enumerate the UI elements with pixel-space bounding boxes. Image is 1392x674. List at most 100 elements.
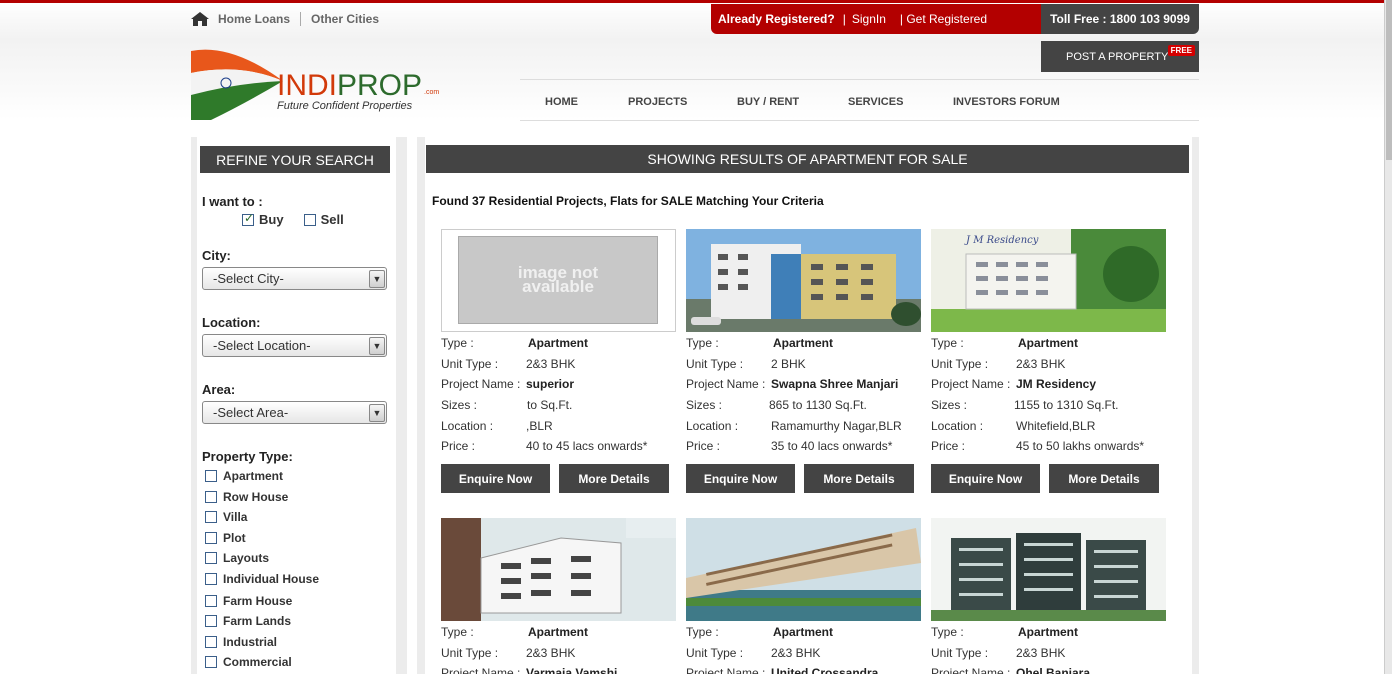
project-name-row: Project Name : Varmaja Vamshi <box>441 666 618 674</box>
unit-type-row: Unit Type :2&3 BHK <box>931 357 1066 371</box>
ptype-apartment[interactable]: Apartment <box>205 469 283 483</box>
area-label: Area: <box>202 382 236 397</box>
buy-checkbox[interactable] <box>242 211 254 226</box>
area-select[interactable]: -Select Area- ▼ <box>202 401 387 424</box>
flag-swoosh-graphic <box>191 49 283 120</box>
nav-services[interactable]: SERVICES <box>848 96 903 108</box>
sell-option[interactable]: Sell <box>303 212 344 227</box>
nav-investors-forum[interactable]: INVESTORS FORUM <box>953 96 1060 108</box>
sizes-row: Sizes :1155 to 1310 Sq.Ft. <box>931 398 1119 412</box>
post-property-label: POST A PROPERTY <box>1066 50 1169 63</box>
checkbox[interactable] <box>205 573 217 585</box>
checkbox[interactable] <box>205 595 217 607</box>
project-name-row: Project Name : United Crossandra <box>686 666 879 674</box>
chevron-down-icon[interactable]: ▼ <box>369 337 385 355</box>
enquire-now-button[interactable]: Enquire Now <box>686 464 795 493</box>
site-logo[interactable]: INDIPROP .com Future Confident Propertie… <box>191 43 441 120</box>
divider <box>300 12 302 26</box>
enquire-now-button[interactable]: Enquire Now <box>441 464 550 493</box>
buy-sell-options: Buy Sell <box>242 211 364 227</box>
enquire-now-button[interactable]: Enquire Now <box>931 464 1040 493</box>
checkbox[interactable] <box>205 656 217 668</box>
ptype-farm-house[interactable]: Farm House <box>205 594 292 608</box>
type-row: Type : Apartment <box>686 625 834 639</box>
ptype-industrial[interactable]: Industrial <box>205 635 277 649</box>
city-select[interactable]: -Select City- ▼ <box>202 267 387 290</box>
page-scrollbar[interactable] <box>1384 0 1392 674</box>
checkbox[interactable] <box>205 532 217 544</box>
logo-dotcom: .com <box>424 89 440 96</box>
checkbox[interactable] <box>205 615 217 627</box>
home-icon[interactable] <box>191 12 209 26</box>
location-row: Location : ,BLR <box>441 419 553 433</box>
top-nav: Home Loans Other Cities <box>191 10 379 28</box>
scrollbar-thumb[interactable] <box>1386 0 1392 160</box>
property-image[interactable] <box>686 518 921 621</box>
nav-home[interactable]: HOME <box>545 96 578 108</box>
project-name-row: Project Name : JM Residency <box>931 377 1097 391</box>
property-image[interactable]: image not available <box>441 229 676 332</box>
project-name-row: Project Name : superior <box>441 377 575 391</box>
unit-type-row: Unit Type :2&3 BHK <box>441 357 576 371</box>
property-image[interactable] <box>441 518 676 621</box>
divider: | <box>842 12 846 26</box>
city-label: City: <box>202 248 231 263</box>
sell-checkbox[interactable] <box>303 213 316 226</box>
location-select[interactable]: -Select Location- ▼ <box>202 334 387 357</box>
nav-projects[interactable]: PROJECTS <box>628 96 687 108</box>
location-row: Location : Ramamurthy Nagar,BLR <box>686 419 902 433</box>
chevron-down-icon[interactable]: ▼ <box>369 270 385 288</box>
price-row: Price :35 to 40 lacs onwards* <box>686 439 893 453</box>
property-image[interactable] <box>686 229 921 332</box>
logo-tagline: Future Confident Properties <box>277 100 413 112</box>
property-image[interactable]: J M Residency <box>931 229 1166 332</box>
ptype-layouts[interactable]: Layouts <box>205 551 269 565</box>
unit-type-row: Unit Type :2&3 BHK <box>686 646 821 660</box>
free-badge: FREE <box>1167 45 1195 56</box>
checkbox[interactable] <box>205 552 217 564</box>
type-row: Type : Apartment <box>931 625 1079 639</box>
sizes-row: Sizes :865 to 1130 Sq.Ft. <box>686 398 867 412</box>
ptype-individual-house[interactable]: Individual House <box>205 572 319 586</box>
other-cities-link[interactable]: Other Cities <box>311 12 379 26</box>
results-header: SHOWING RESULTS OF APARTMENT FOR SALE <box>426 145 1189 173</box>
location-row: Location : Whitefield,BLR <box>931 419 1096 433</box>
location-label: Location: <box>202 315 261 330</box>
more-details-button[interactable]: More Details <box>804 464 914 493</box>
more-details-button[interactable]: More Details <box>559 464 669 493</box>
checkbox[interactable] <box>205 636 217 648</box>
unit-type-row: Unit Type :2 BHK <box>686 357 806 371</box>
unit-type-row: Unit Type :2&3 BHK <box>931 646 1066 660</box>
project-name-row: Project Name : Swapna Shree Manjari <box>686 377 899 391</box>
chevron-down-icon[interactable]: ▼ <box>369 404 385 422</box>
type-row: Type : Apartment <box>441 336 589 350</box>
main-nav: HOME PROJECTS BUY / RENT SERVICES INVEST… <box>520 79 1199 121</box>
toll-free-number: Toll Free : 1800 103 9099 <box>1041 4 1199 34</box>
project-name-row: Project Name : Ohel Banjara <box>931 666 1091 674</box>
checkbox[interactable] <box>205 511 217 523</box>
property-image[interactable] <box>931 518 1166 621</box>
get-registered-link[interactable]: | Get Registered <box>900 12 987 26</box>
signin-link[interactable]: SignIn <box>852 12 886 26</box>
more-details-button[interactable]: More Details <box>1049 464 1159 493</box>
nav-buy-rent[interactable]: BUY / RENT <box>737 96 799 108</box>
ptype-villa[interactable]: Villa <box>205 510 247 524</box>
post-property-button[interactable]: POST A PROPERTY FREE <box>1041 41 1199 72</box>
checkbox[interactable] <box>205 470 217 482</box>
buy-option[interactable]: Buy <box>242 211 284 227</box>
ptype-row-house[interactable]: Row House <box>205 490 288 504</box>
unit-type-row: Unit Type :2&3 BHK <box>441 646 576 660</box>
checkbox[interactable] <box>205 491 217 503</box>
ptype-plot[interactable]: Plot <box>205 531 246 545</box>
home-loans-link[interactable]: Home Loans <box>218 12 290 26</box>
ptype-commercial[interactable]: Commercial <box>205 655 292 669</box>
top-accent-line <box>0 0 1392 3</box>
image-not-available-text: image not available <box>517 263 599 296</box>
sizes-row: Sizes : to Sq.Ft. <box>441 398 573 412</box>
ptype-farm-lands[interactable]: Farm Lands <box>205 614 291 628</box>
type-row: Type : Apartment <box>931 336 1079 350</box>
already-registered-text: Already Registered? <box>718 12 835 26</box>
jm-residency-caption: J M Residency <box>966 235 1039 246</box>
type-row: Type : Apartment <box>686 336 834 350</box>
want-to-label: I want to : <box>202 194 263 209</box>
